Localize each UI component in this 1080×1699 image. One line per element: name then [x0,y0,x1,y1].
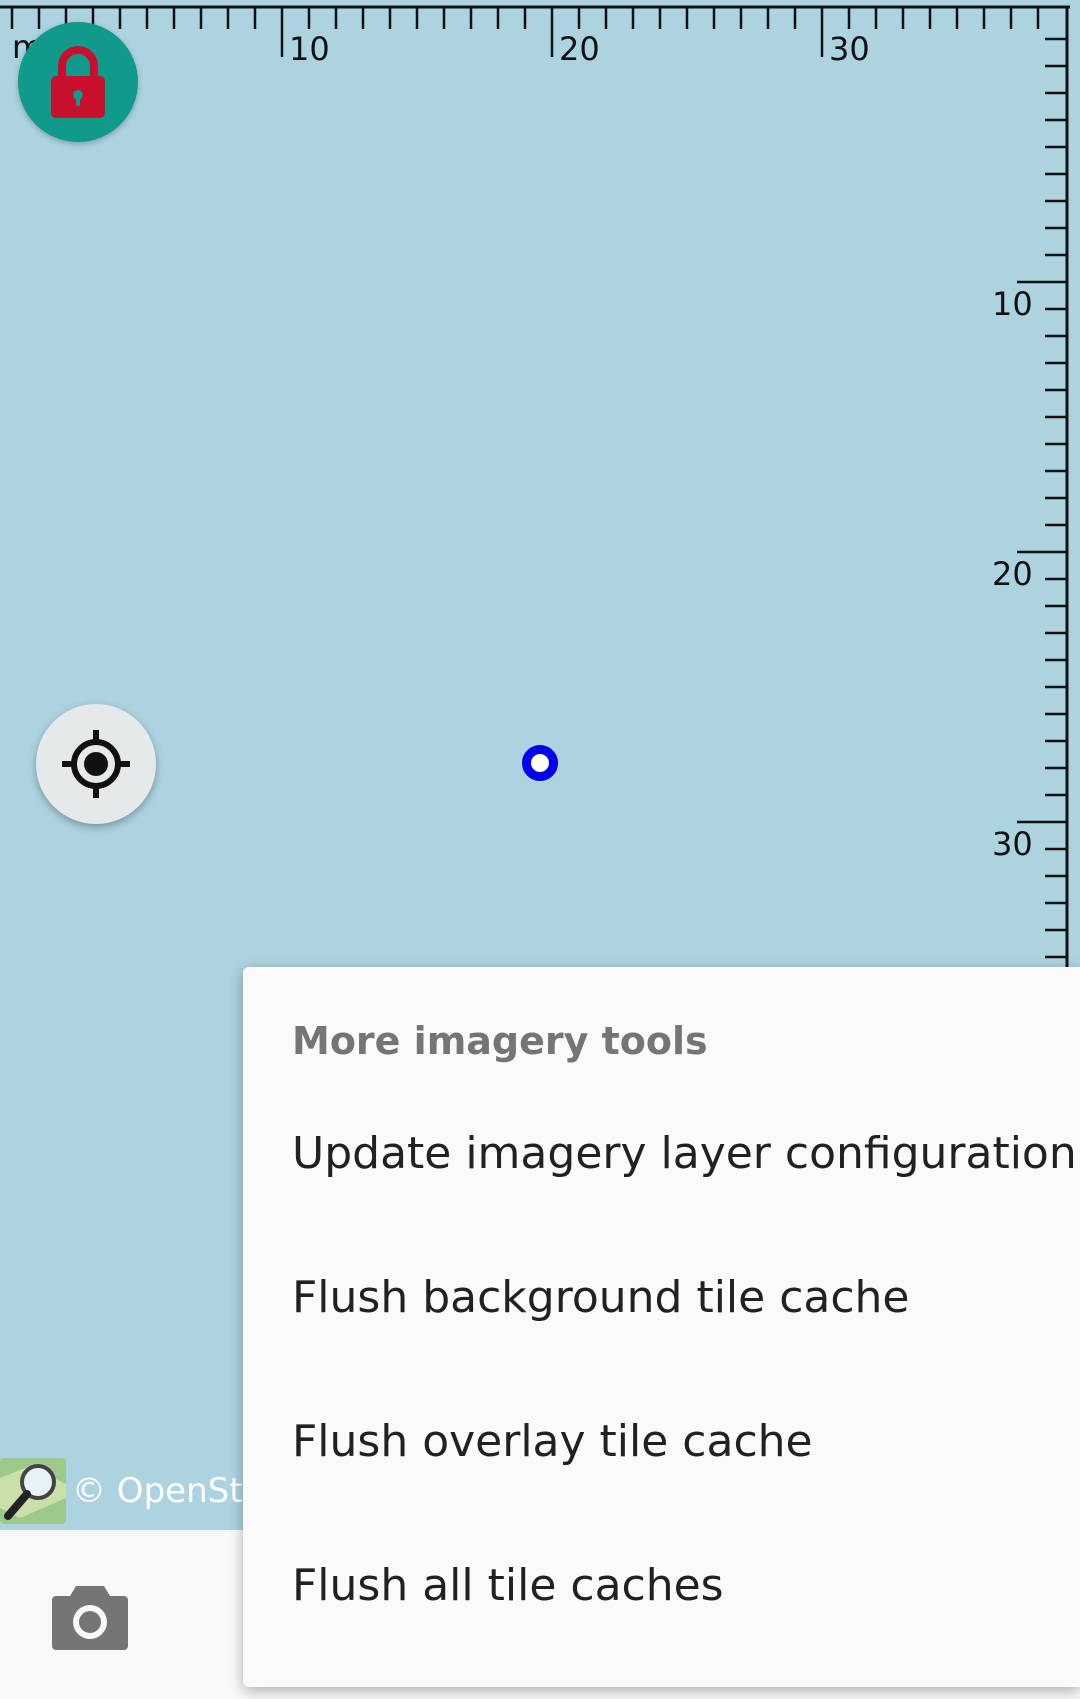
right-ruler-label-30: 30 [992,825,1033,863]
top-ruler-ticks [10,7,1040,57]
top-ruler-label-30: 30 [829,30,870,68]
my-location-button[interactable] [36,704,156,824]
menu-item-label: Update imagery layer configuration [292,1127,1077,1179]
menu-item-label: Flush all tile caches [292,1559,724,1611]
menu-title: More imagery tools [292,1019,708,1063]
top-ruler-label-20: 20 [559,30,600,68]
lock-icon [51,46,105,118]
imagery-tools-menu: More imagery tools Update imagery layer … [243,967,1080,1687]
right-ruler-ticks [1017,37,1067,959]
current-position-marker [522,745,558,781]
menu-item-flush-background-cache[interactable]: Flush background tile cache [243,1225,1080,1369]
right-ruler-label-10: 10 [992,285,1033,323]
camera-button[interactable] [50,1580,130,1652]
osm-magnifier-icon [0,1458,66,1524]
menu-item-update-imagery-config[interactable]: Update imagery layer configuration [243,1081,1080,1225]
menu-item-label: Flush overlay tile cache [292,1415,813,1467]
crosshair-icon [62,730,130,798]
right-ruler-label-20: 20 [992,555,1033,593]
menu-item-label: Flush background tile cache [292,1271,910,1323]
lock-button[interactable] [18,22,138,142]
map-attribution[interactable]: © OpenStre [0,1456,277,1526]
top-ruler-label-10: 10 [289,30,330,68]
camera-icon [52,1586,128,1650]
menu-item-flush-all-caches[interactable]: Flush all tile caches [243,1513,1080,1657]
menu-item-flush-overlay-cache[interactable]: Flush overlay tile cache [243,1369,1080,1513]
